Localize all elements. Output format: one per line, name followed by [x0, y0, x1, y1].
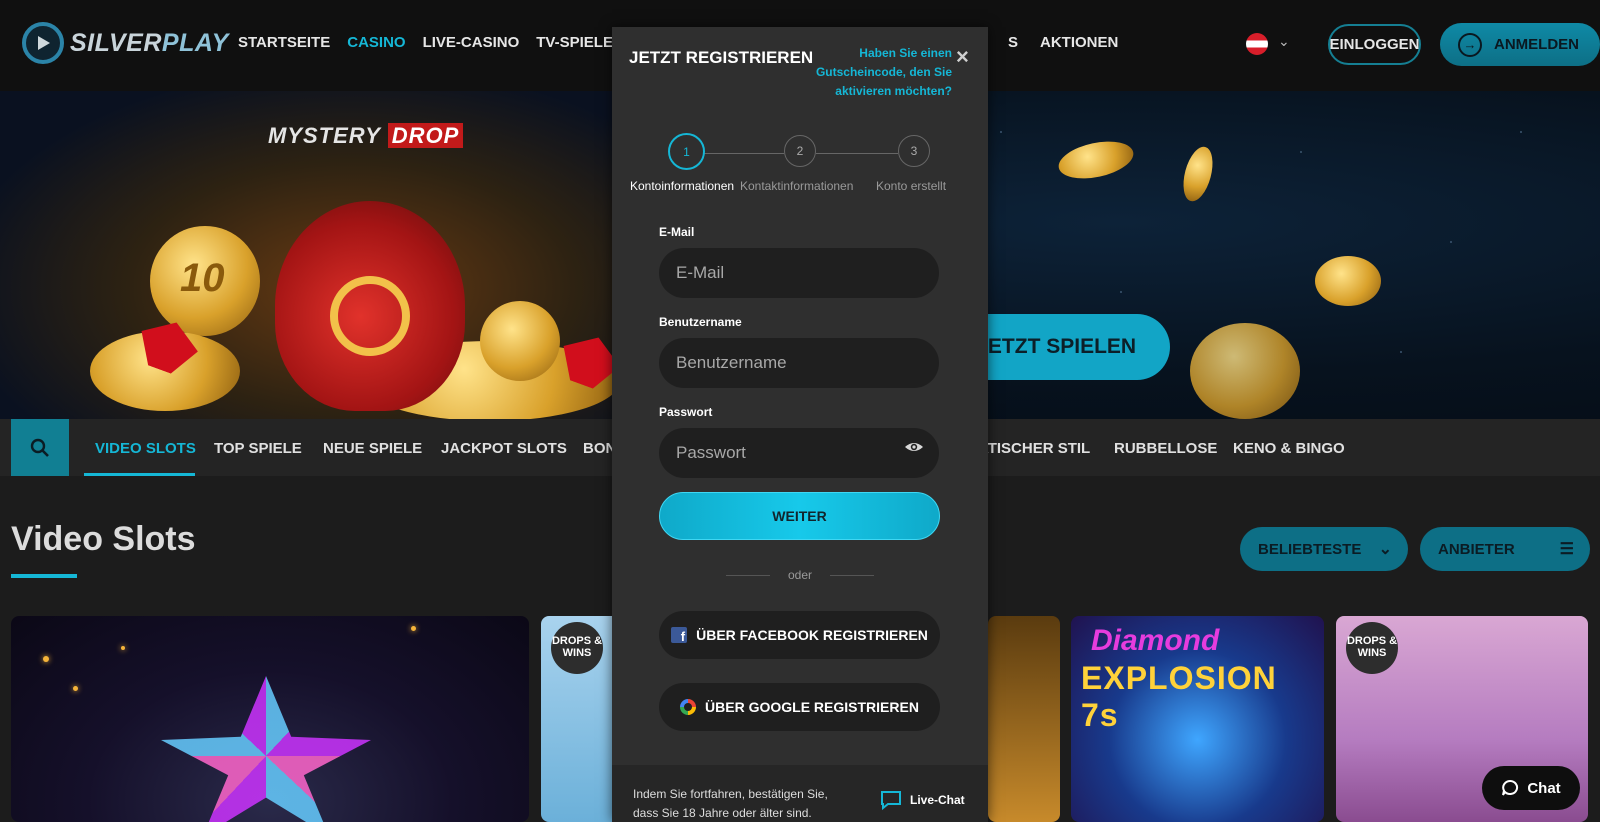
coin-label: 10	[180, 256, 225, 300]
category-neue-spiele[interactable]: NEUE SPIELE	[323, 440, 422, 457]
facebook-icon: f	[671, 627, 688, 643]
main-nav: STARTSEITE CASINO LIVE-CASINO TV-SPIELE …	[238, 34, 644, 51]
step-3-indicator: 3	[898, 135, 930, 167]
nav-item-tv-spiele[interactable]: TV-SPIELE	[536, 34, 613, 51]
password-label: Passwort	[659, 405, 713, 419]
promo-title: MYSTERY DROP	[268, 123, 464, 149]
hero-artwork: MYSTERY DROP 10	[0, 91, 640, 419]
play-logo-icon	[22, 22, 64, 64]
username-label: Benutzername	[659, 315, 742, 329]
drops-wins-badge: DROPS & WINS	[1346, 622, 1398, 674]
logo-text: SILVERPLAY	[70, 28, 229, 57]
section-underline	[11, 574, 77, 578]
google-register-button[interactable]: ÜBER GOOGLE REGISTRIEREN	[659, 683, 940, 731]
category-jackpot-slots[interactable]: JACKPOT SLOTS	[441, 440, 567, 457]
live-chat-label: Live-Chat	[910, 793, 965, 807]
filter-icon: ☰	[1559, 541, 1574, 558]
continue-button[interactable]: WEITER	[659, 492, 940, 540]
logo[interactable]: SILVERPLAY	[22, 22, 229, 64]
main-nav-right: S AKTIONEN	[1008, 34, 1118, 51]
login-button[interactable]: EINLOGGEN	[1328, 24, 1421, 65]
flying-coin	[1055, 135, 1137, 185]
step-connector	[816, 153, 898, 154]
nav-item-casino[interactable]: CASINO	[347, 34, 405, 51]
facebook-register-button[interactable]: f ÜBER FACEBOOK REGISTRIEREN	[659, 611, 940, 659]
sort-dropdown[interactable]: BELIEBTESTE ⌄	[1240, 527, 1408, 571]
nav-item-startseite[interactable]: STARTSEITE	[238, 34, 330, 51]
category-top-spiele[interactable]: TOP SPIELE	[214, 440, 302, 457]
starburst-image	[161, 676, 371, 822]
registration-modal: JETZT REGISTRIEREN Haben Sie einen Gutsc…	[612, 27, 988, 822]
flag-austria-icon[interactable]	[1246, 33, 1268, 55]
flying-coin	[1178, 143, 1218, 205]
step-connector	[704, 153, 784, 154]
category-video-slots[interactable]: VIDEO SLOTS	[95, 440, 196, 457]
chat-widget-button[interactable]: Chat	[1482, 766, 1580, 810]
category-partial-stil[interactable]: ATISCHER STIL	[978, 440, 1090, 457]
game-tile[interactable]: DROPS & WINS	[541, 616, 621, 822]
step-2-label: Kontaktinformationen	[740, 179, 854, 193]
modal-footer: Indem Sie fortfahren, bestätigen Sie, da…	[612, 765, 988, 822]
eye-icon[interactable]	[904, 437, 924, 457]
voucher-code-link[interactable]: Haben Sie einen Gutscheincode, den Sie a…	[780, 44, 952, 101]
step-3-label: Konto erstellt	[876, 179, 947, 193]
nav-item-partial-right[interactable]: S	[1008, 34, 1018, 51]
provider-filter[interactable]: ANBIETER ☰	[1420, 527, 1590, 571]
flying-coin	[1190, 323, 1300, 419]
email-label: E-Mail	[659, 225, 695, 239]
category-rubbellose[interactable]: RUBBELLOSE	[1114, 440, 1217, 457]
drops-wins-badge: DROPS & WINS	[551, 622, 603, 674]
arrow-right-icon: →	[1458, 32, 1482, 57]
signup-button[interactable]: → ANMELDEN	[1440, 23, 1600, 66]
live-chat-link[interactable]: Live-Chat	[880, 789, 965, 811]
password-field[interactable]	[659, 428, 939, 478]
chat-icon	[1502, 779, 1519, 796]
game-tile[interactable]	[11, 616, 529, 822]
facebook-register-label: ÜBER FACEBOOK REGISTRIEREN	[696, 627, 928, 643]
flying-coin	[1315, 256, 1381, 306]
chevron-down-icon[interactable]: ⌄	[1278, 33, 1290, 50]
search-icon	[30, 438, 49, 457]
google-register-label: ÜBER GOOGLE REGISTRIEREN	[705, 699, 919, 715]
or-divider-label: oder	[787, 568, 813, 582]
active-category-indicator	[84, 473, 195, 476]
email-field[interactable]	[659, 248, 939, 298]
chat-bubble-icon	[881, 791, 901, 811]
coin-image	[480, 301, 560, 381]
lucky-bag-image	[275, 201, 465, 411]
signup-label: ANMELDEN	[1494, 36, 1579, 53]
username-field[interactable]	[659, 338, 939, 388]
nav-item-aktionen[interactable]: AKTIONEN	[1040, 34, 1118, 51]
step-1-label: Kontoinformationen	[630, 179, 735, 193]
close-icon[interactable]: ×	[956, 44, 969, 70]
sort-label: BELIEBTESTE	[1258, 540, 1362, 558]
section-title: Video Slots	[11, 520, 196, 558]
game-title: Diamond	[1091, 624, 1220, 657]
age-confirmation-text: Indem Sie fortfahren, bestätigen Sie, da…	[633, 787, 828, 820]
chat-label: Chat	[1527, 779, 1561, 797]
search-button[interactable]	[11, 419, 69, 476]
game-tile[interactable]: Diamond EXPLOSION 7s	[1071, 616, 1324, 822]
game-subtitle: EXPLOSION 7s	[1081, 660, 1277, 733]
chevron-down-icon: ⌄	[1378, 541, 1392, 558]
page: SILVERPLAY STARTSEITE CASINO LIVE-CASINO…	[0, 0, 1600, 822]
google-icon	[680, 699, 697, 715]
step-1-indicator: 1	[668, 133, 705, 170]
provider-label: ANBIETER	[1438, 540, 1515, 558]
category-keno-bingo[interactable]: KENO & BINGO	[1233, 440, 1345, 457]
game-tile[interactable]	[988, 616, 1060, 822]
nav-item-live-casino[interactable]: LIVE-CASINO	[423, 34, 520, 51]
step-2-indicator: 2	[784, 135, 816, 167]
